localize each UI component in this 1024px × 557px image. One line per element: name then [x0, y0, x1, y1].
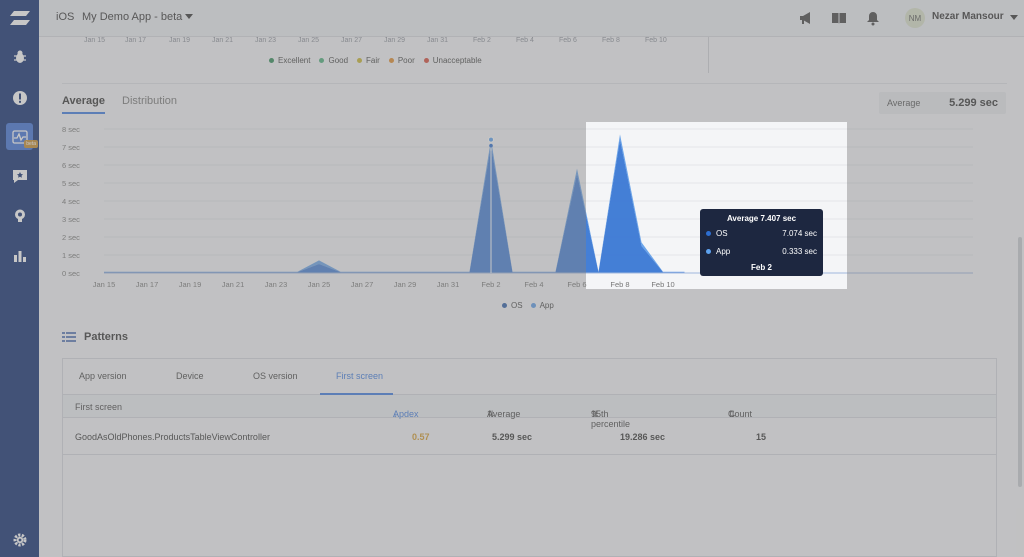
y-tick-label: 2 sec — [62, 233, 80, 242]
x-tick-label: Feb 8 — [610, 280, 629, 289]
tooltip-value: 7.074 sec — [782, 229, 817, 238]
x-tick-label: Feb 4 — [524, 280, 543, 289]
chart-tooltip: Average 7.407 sec OS 7.074 sec App 0.333… — [700, 209, 823, 276]
x-tick-label: Feb 10 — [651, 280, 674, 289]
tooltip-row-os: OS 7.074 sec — [706, 229, 817, 238]
tooltip-label: OS — [716, 229, 728, 238]
tooltip-dot — [706, 231, 711, 236]
x-tick-label: Jan 29 — [394, 280, 417, 289]
y-tick-label: 0 sec — [62, 269, 80, 278]
y-tick-label: 7 sec — [62, 143, 80, 152]
x-tick-label: Jan 23 — [265, 280, 288, 289]
average-chart: 0 sec 1 sec 2 sec 3 sec 4 sec 5 sec 6 sec 7 sec… — [62, 125, 973, 289]
tooltip-date: Feb 2 — [751, 263, 772, 272]
tooltip-row-app: App 0.333 sec — [706, 247, 817, 256]
highlight-point — [488, 136, 494, 143]
tooltip-dot — [706, 249, 711, 254]
tooltip-title: Average 7.407 sec — [726, 214, 797, 223]
tooltip-label: App — [716, 247, 731, 256]
y-tick-label: 6 sec — [62, 161, 80, 170]
y-tick-label: 4 sec — [62, 197, 80, 206]
series-os-area — [104, 139, 685, 273]
highlight-point-os — [489, 143, 493, 148]
y-tick-label: 8 sec — [62, 125, 80, 134]
x-tick-label: Jan 25 — [308, 280, 331, 289]
x-tick-label: Jan 31 — [437, 280, 460, 289]
tooltip-value: 0.333 sec — [782, 247, 817, 256]
x-tick-label: Jan 15 — [93, 280, 116, 289]
x-tick-label: Jan 27 — [351, 280, 374, 289]
y-tick-label: 1 sec — [62, 251, 80, 260]
x-tick-label: Jan 21 — [222, 280, 245, 289]
y-tick-label: 3 sec — [62, 215, 80, 224]
series-app-area — [104, 134, 685, 273]
y-tick-label: 5 sec — [62, 179, 80, 188]
x-tick-label: Feb 6 — [567, 280, 586, 289]
x-tick-label: Jan 17 — [136, 280, 159, 289]
x-tick-label: Feb 2 — [481, 280, 500, 289]
x-tick-label: Jan 19 — [179, 280, 202, 289]
